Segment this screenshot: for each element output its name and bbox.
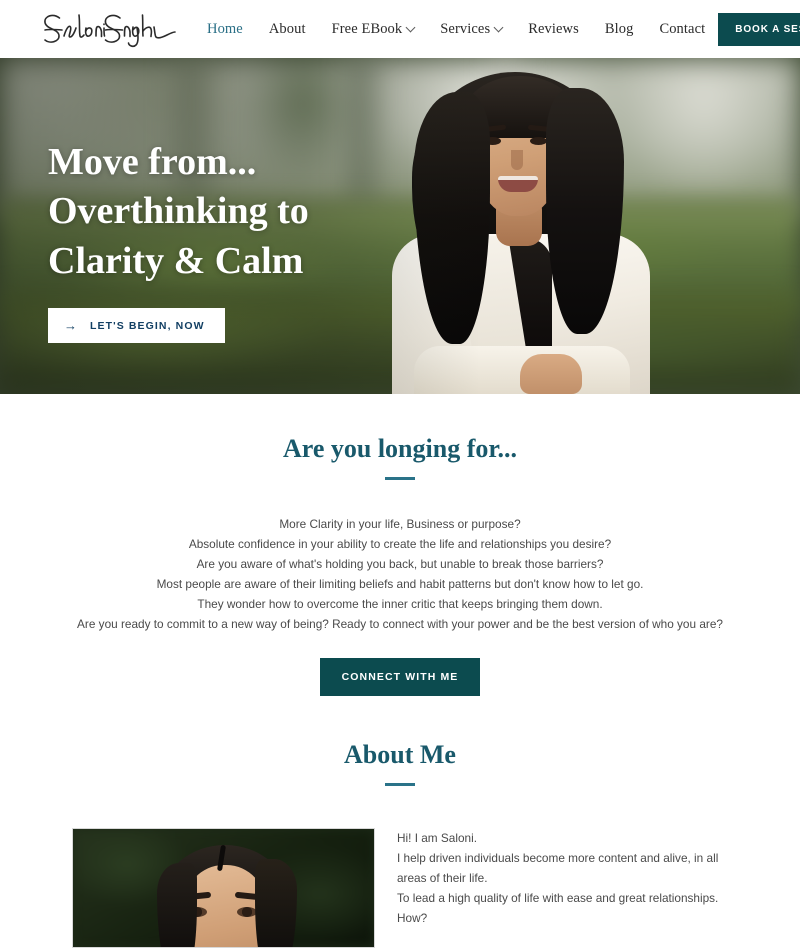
longing-line: They wonder how to overcome the inner cr… (197, 597, 603, 611)
section-divider (385, 477, 415, 480)
longing-section-title: Are you longing for... (282, 434, 518, 463)
hero-cta-label: LET'S BEGIN, NOW (90, 319, 205, 332)
hero-section: Move from... Overthinking to Clarity & C… (0, 58, 800, 394)
main-navigation: Home About Free EBook Services Reviews B… (194, 15, 718, 44)
longing-line: Absolute confidence in your ability to c… (188, 537, 612, 551)
longing-line: More Clarity in your life, Business or p… (279, 517, 521, 531)
longing-section: Are you longing for... More Clarity in y… (0, 394, 800, 696)
arrow-right-icon: → (64, 318, 77, 334)
connect-with-me-button[interactable]: CONNECT WITH ME (319, 658, 481, 696)
nav-item-services[interactable]: Services (427, 15, 515, 44)
about-paragraph: I help driven individuals become more co… (397, 851, 719, 885)
site-logo[interactable] (36, 7, 176, 51)
nav-item-label: Home (207, 20, 243, 37)
longing-line: Most people are aware of their limiting … (156, 577, 644, 591)
site-header: Home About Free EBook Services Reviews B… (0, 0, 800, 58)
nav-item-label: Services (440, 20, 491, 37)
nav-item-label: About (268, 20, 306, 37)
nav-item-label: Blog (604, 20, 634, 37)
hero-title-line-2: Overthinking to (48, 190, 309, 233)
hero-content: Move from... Overthinking to Clarity & C… (48, 138, 309, 344)
about-portrait-photo (72, 828, 375, 948)
nav-item-label: Reviews (528, 20, 579, 37)
hero-title-line-3: Clarity & Calm (48, 239, 304, 282)
hero-title: Move from... Overthinking to Clarity & C… (48, 138, 309, 286)
nav-item-free-ebook[interactable]: Free EBook (319, 15, 428, 44)
nav-item-reviews[interactable]: Reviews (515, 15, 592, 44)
about-section: About Me Hi! I am Saloni. I help driven … (0, 696, 800, 948)
nav-item-label: Contact (659, 20, 706, 37)
longing-line: Are you aware of what's holding you back… (196, 557, 604, 571)
nav-item-about[interactable]: About (256, 15, 319, 44)
nav-item-contact[interactable]: Contact (646, 15, 718, 44)
hero-title-line-1: Move from... (48, 141, 257, 183)
chevron-down-icon (493, 22, 504, 32)
section-divider (385, 783, 415, 786)
about-paragraph: Hi! I am Saloni. (397, 831, 477, 845)
nav-item-label: Free EBook (331, 20, 403, 37)
about-text-block: Hi! I am Saloni. I help driven individua… (397, 828, 728, 928)
lets-begin-now-button[interactable]: → LET'S BEGIN, NOW (48, 308, 225, 344)
signature-logo-icon (44, 14, 176, 48)
about-section-title: About Me (344, 740, 456, 769)
nav-item-home[interactable]: Home (194, 15, 256, 44)
book-a-session-button[interactable]: BOOK A SESSION (718, 12, 800, 46)
longing-text-block: More Clarity in your life, Business or p… (40, 514, 760, 634)
about-paragraph: To lead a high quality of life with ease… (397, 891, 719, 925)
nav-item-blog[interactable]: Blog (592, 15, 647, 44)
chevron-down-icon (405, 22, 416, 32)
about-body: Hi! I am Saloni. I help driven individua… (40, 828, 760, 948)
longing-line: Are you ready to commit to a new way of … (77, 617, 723, 631)
